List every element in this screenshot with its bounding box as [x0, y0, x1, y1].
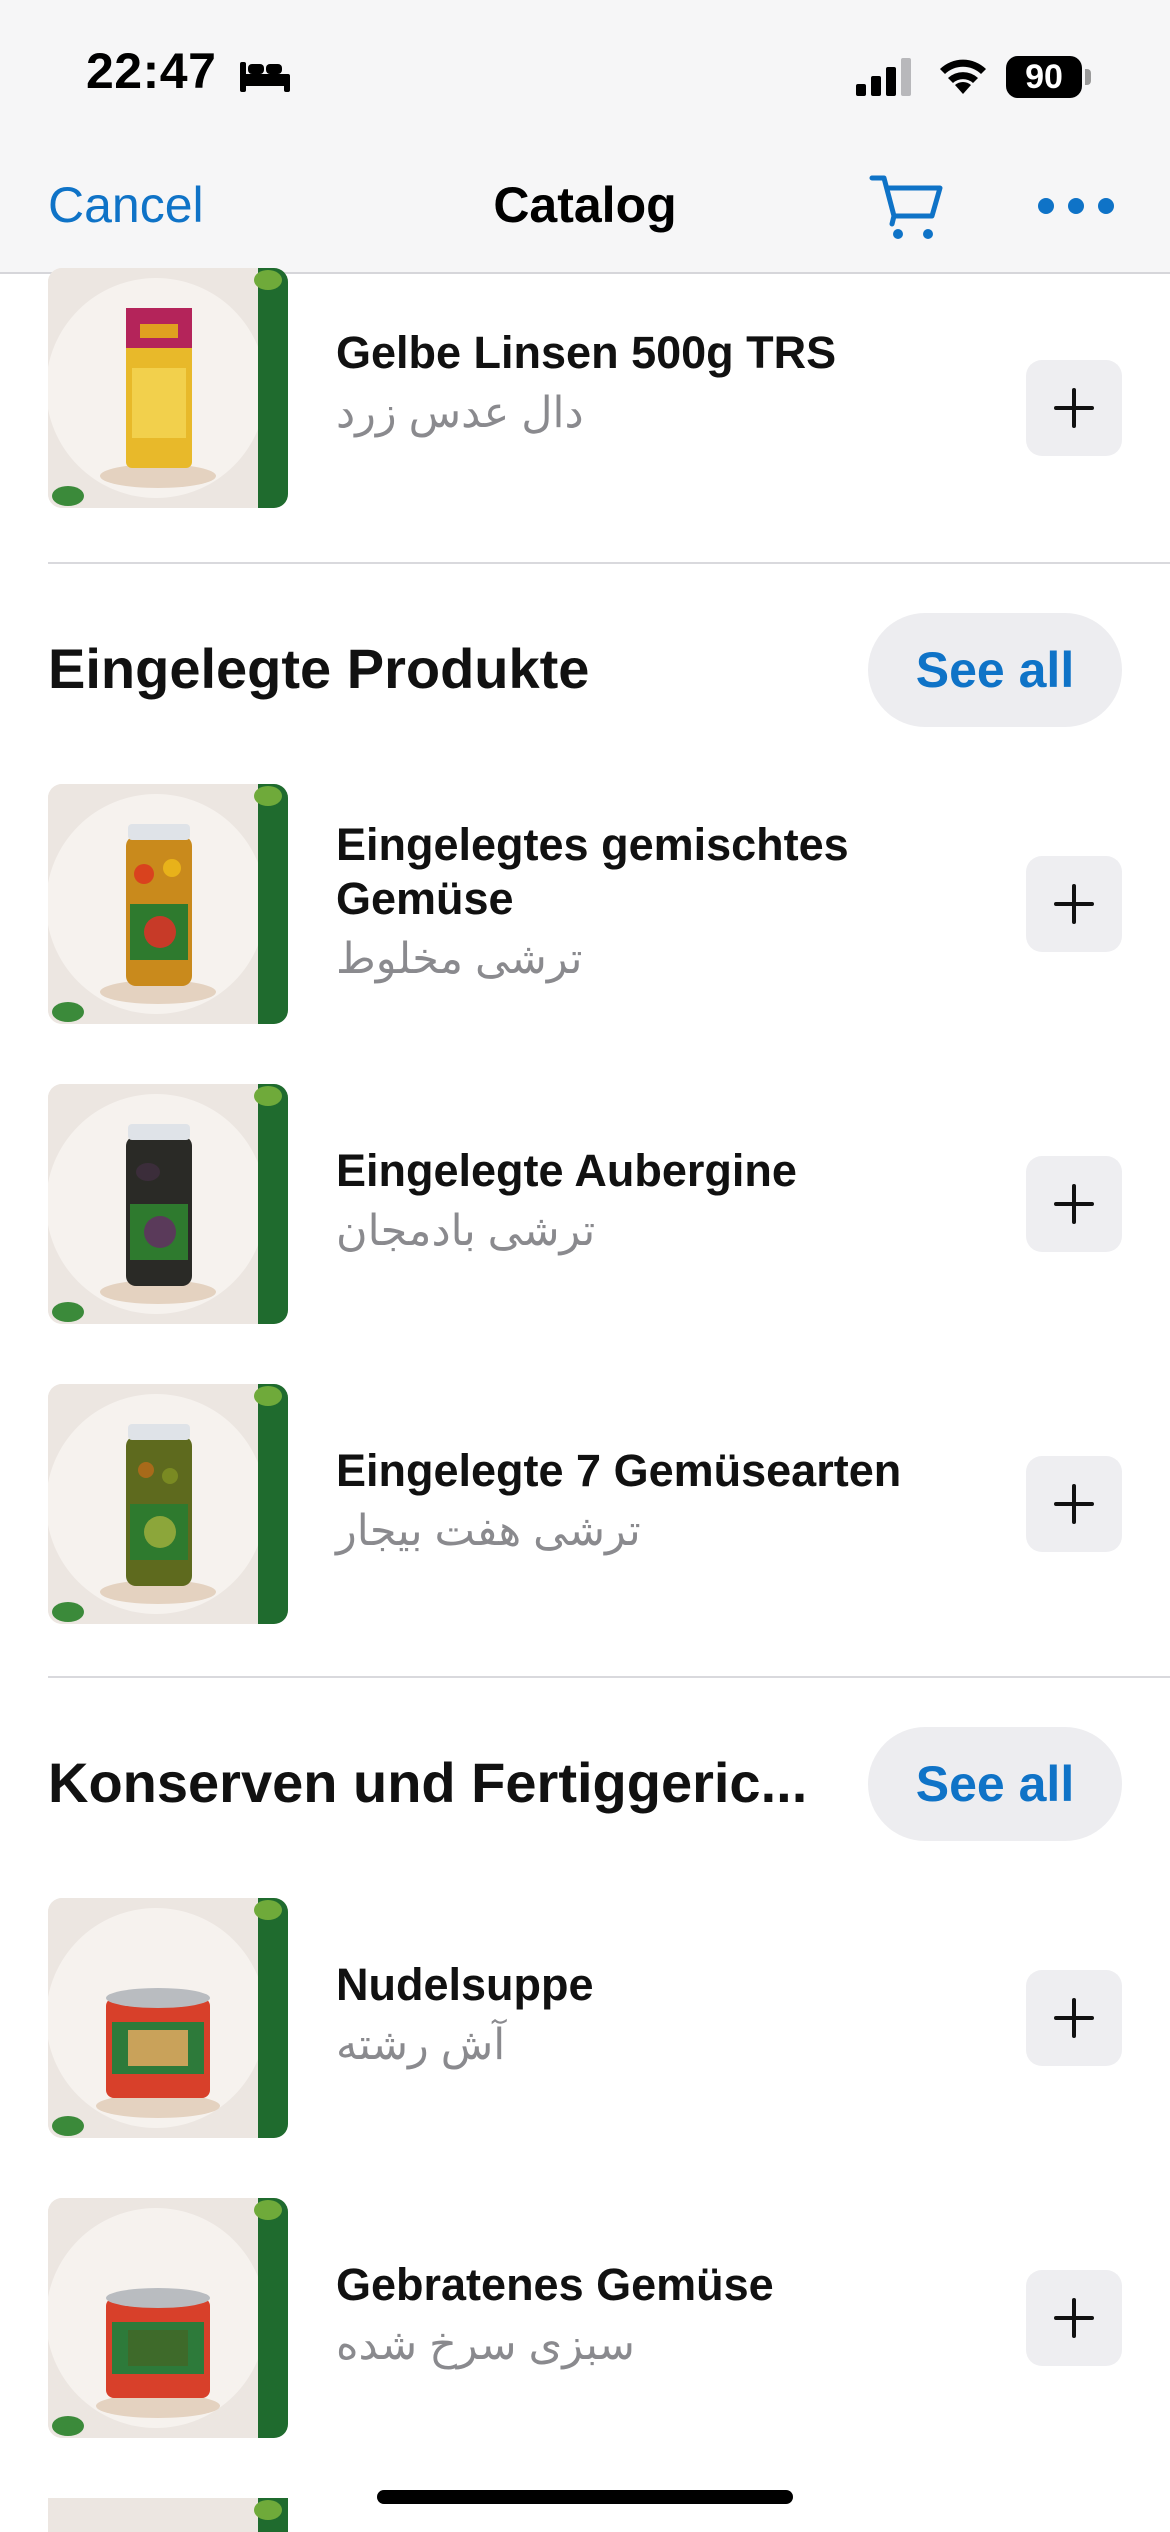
- product-text: Gelbe Linsen 500g TRS دال عدس زرد: [336, 326, 996, 442]
- product-image-fried-vegetables: [48, 2198, 288, 2438]
- product-text: Eingelegte 7 Gemüsearten ترشی هفت بیجار: [336, 1444, 996, 1560]
- add-button[interactable]: [1026, 1456, 1122, 1552]
- product-row[interactable]: Eingelegte 7 Gemüsearten ترشی هفت بیجار: [0, 1384, 1170, 1624]
- product-image-partial: [48, 2498, 288, 2532]
- divider: [48, 562, 1170, 564]
- product-name: Gelbe Linsen 500g TRS: [336, 327, 837, 378]
- more-icon[interactable]: [1036, 184, 1116, 228]
- plus-icon: [1054, 1484, 1094, 1524]
- product-row[interactable]: Eingelegtes gemischtes Gemüse ترشی مخلوط: [0, 784, 1170, 1024]
- product-subtitle: ترشی بادمجان: [336, 1207, 596, 1255]
- add-button[interactable]: [1026, 856, 1122, 952]
- status-time: 22:47: [86, 43, 217, 99]
- product-subtitle: ترشی هفت بیجار: [336, 1507, 641, 1555]
- cancel-button[interactable]: Cancel: [48, 176, 204, 234]
- battery-icon: 90: [1006, 56, 1091, 98]
- product-name: Eingelegte Aubergine: [336, 1145, 797, 1196]
- product-subtitle: ترشی مخلوط: [336, 935, 583, 983]
- plus-icon: [1054, 1998, 1094, 2038]
- section-title: Eingelegte Produkte: [48, 637, 590, 700]
- product-row[interactable]: Nudelsuppe آش رشته: [0, 1898, 1170, 2138]
- product-name: Nudelsuppe: [336, 1959, 594, 2010]
- product-image-noodle-soup: [48, 1898, 288, 2138]
- battery-level: 90: [1025, 58, 1063, 96]
- wifi-icon: [940, 59, 986, 94]
- product-row[interactable]: Eingelegte Aubergine ترشی بادمجان: [0, 1084, 1170, 1324]
- product-text: Eingelegtes gemischtes Gemüse ترشی مخلوط: [336, 818, 996, 988]
- divider: [48, 1676, 1170, 1678]
- product-text: Eingelegte Aubergine ترشی بادمجان: [336, 1144, 996, 1260]
- cart-icon[interactable]: [868, 170, 944, 242]
- product-subtitle: دال عدس زرد: [336, 389, 584, 437]
- add-button[interactable]: [1026, 2270, 1122, 2366]
- cellular-signal-icon: [856, 58, 911, 96]
- home-indicator[interactable]: [377, 2490, 793, 2504]
- section-title: Konserven und Fertiggeric...: [48, 1751, 808, 1814]
- product-text: Nudelsuppe آش رشته: [336, 1958, 996, 2074]
- see-all-button[interactable]: See all: [868, 1727, 1122, 1841]
- product-name: Eingelegtes gemischtes Gemüse: [336, 819, 849, 924]
- plus-icon: [1054, 388, 1094, 428]
- product-image-lentils: [48, 268, 288, 508]
- product-text: Gebratenes Gemüse سبزی سرخ شده: [336, 2258, 996, 2374]
- see-all-button[interactable]: See all: [868, 613, 1122, 727]
- product-name: Eingelegte 7 Gemüsearten: [336, 1445, 902, 1496]
- bed-icon: [240, 62, 290, 92]
- product-subtitle: آش رشته: [336, 2021, 506, 2069]
- header: 22:47 90 Cancel Catalog: [0, 0, 1170, 274]
- product-row[interactable]: Gelbe Linsen 500g TRS دال عدس زرد: [0, 268, 1170, 508]
- add-button[interactable]: [1026, 1156, 1122, 1252]
- add-button[interactable]: [1026, 360, 1122, 456]
- add-button[interactable]: [1026, 1970, 1122, 2066]
- product-image-mixed-pickles: [48, 784, 288, 1024]
- plus-icon: [1054, 1184, 1094, 1224]
- product-subtitle: سبزی سرخ شده: [336, 2321, 635, 2369]
- product-name: Gebratenes Gemüse: [336, 2259, 774, 2310]
- product-image-eggplant-pickles: [48, 1084, 288, 1324]
- plus-icon: [1054, 2298, 1094, 2338]
- product-row[interactable]: Gebratenes Gemüse سبزی سرخ شده: [0, 2198, 1170, 2438]
- plus-icon: [1054, 884, 1094, 924]
- product-image-seven-vegetable-pickles: [48, 1384, 288, 1624]
